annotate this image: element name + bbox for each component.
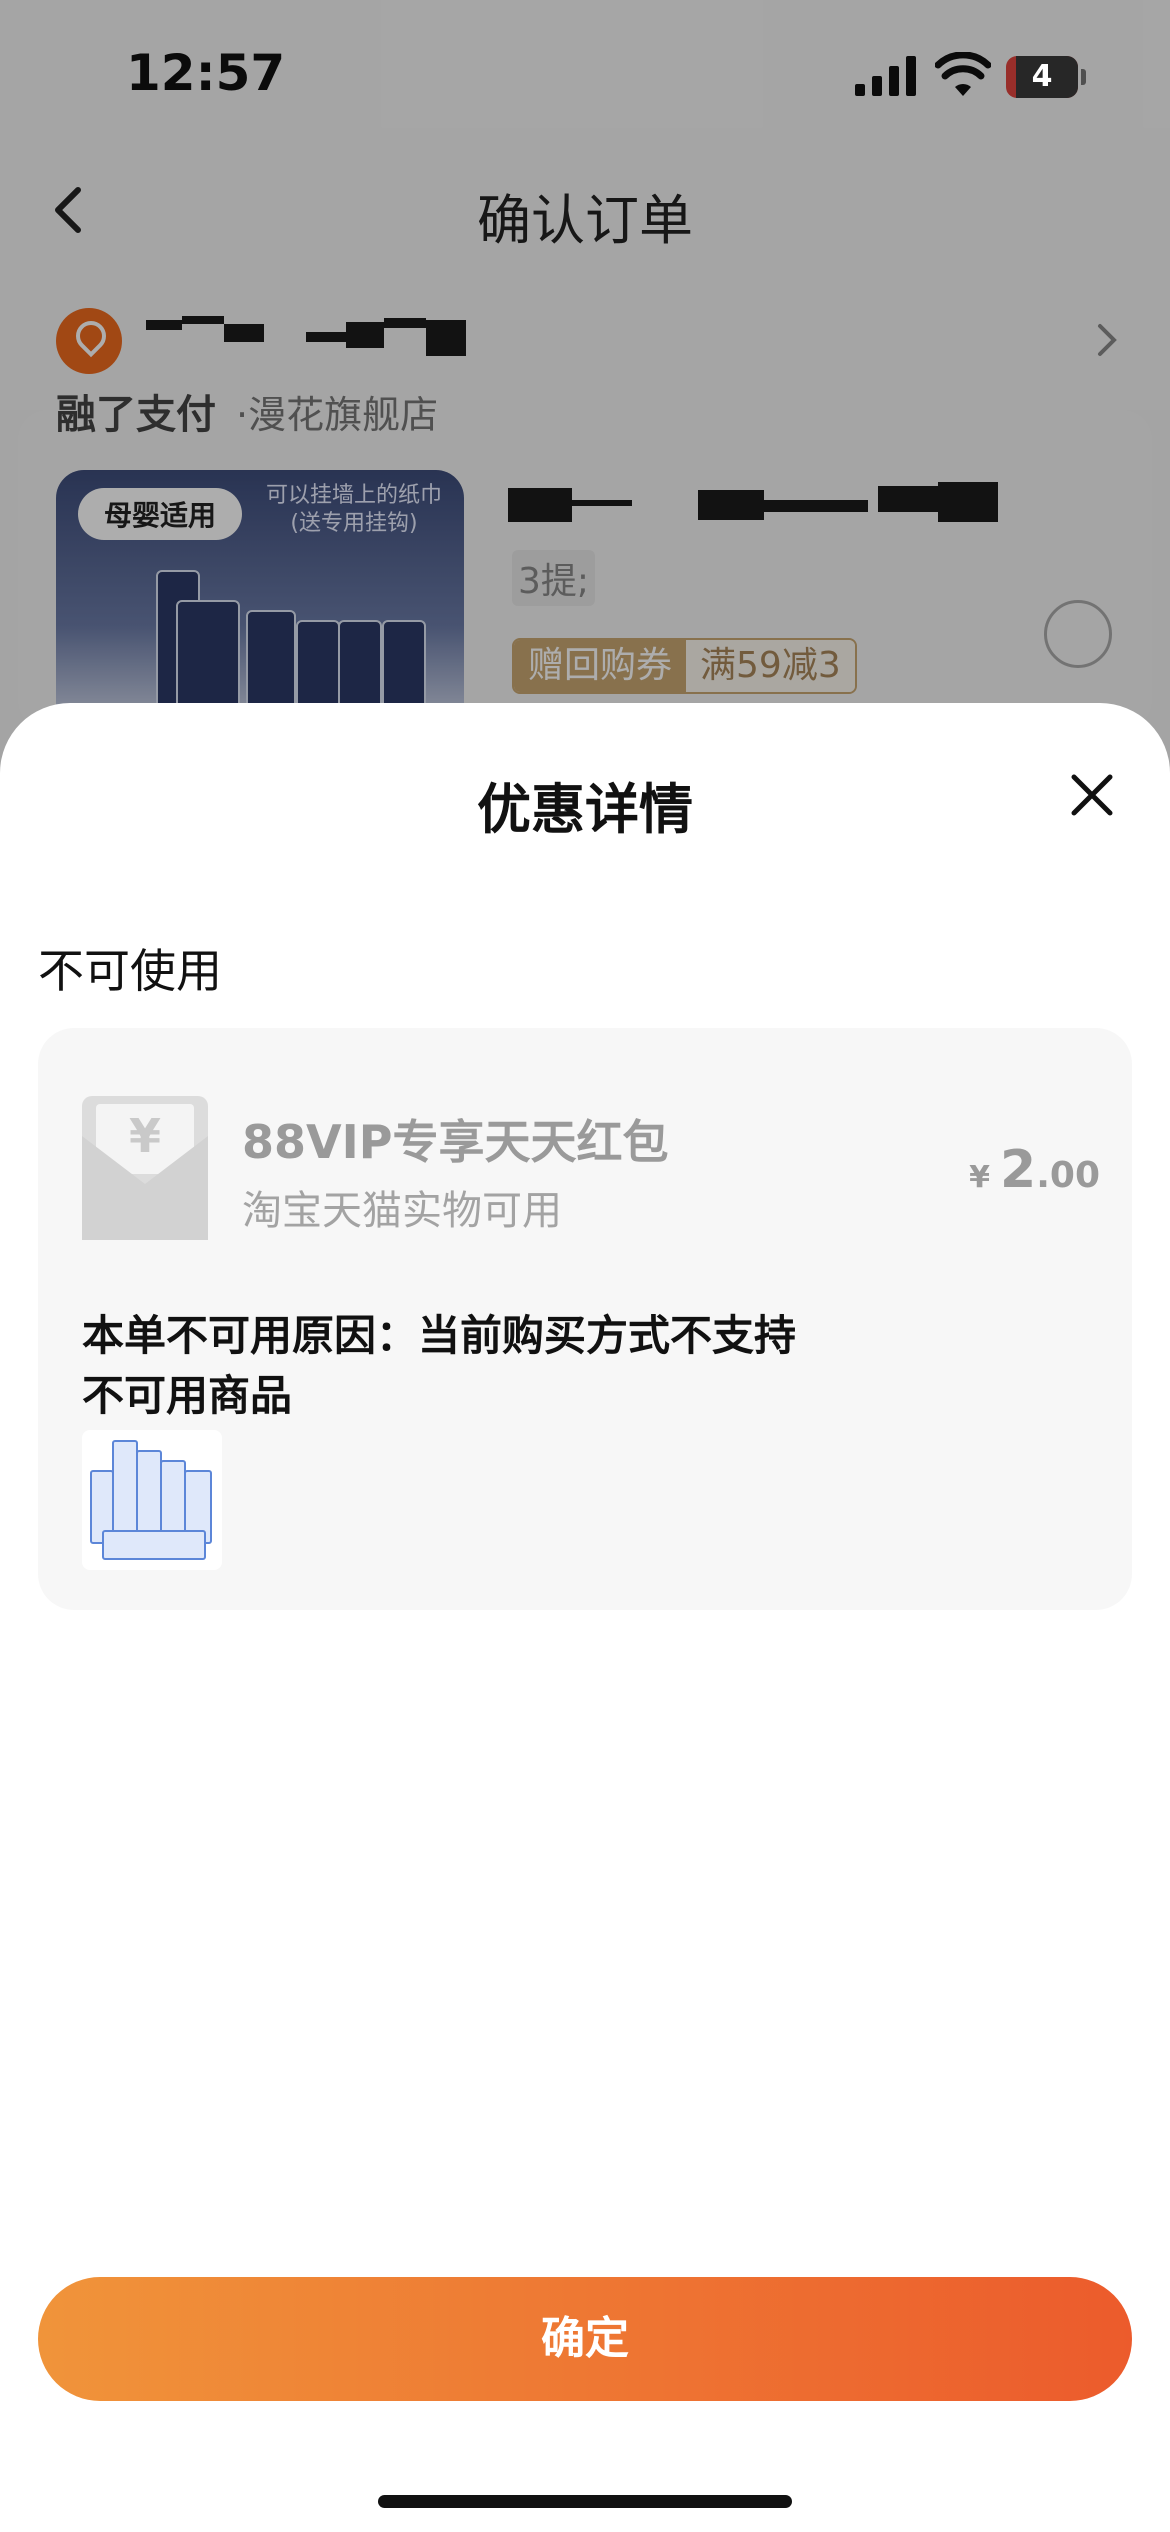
battery-icon: 4 <box>1006 56 1086 98</box>
thumb-tissue-pack <box>102 1530 206 1560</box>
confirm-button[interactable]: 确定 <box>38 2277 1132 2401</box>
coupon-amount-int: 2 <box>1000 1140 1037 1200</box>
coupon-card: ¥ 88VIP专享天天红包 淘宝天猫实物可用 ¥2.00 本单不可用原因：当前购… <box>38 1028 1132 1610</box>
discount-detail-sheet: 优惠详情 不可使用 ¥ 88VIP专享天天红包 淘宝天猫实物可用 ¥2.00 本… <box>0 703 1170 2532</box>
sheet-title: 优惠详情 <box>477 778 693 841</box>
unusable-item-thumbnail[interactable] <box>82 1430 222 1570</box>
coupon-amount: ¥2.00 <box>969 1140 1100 1200</box>
coupon-amount-dec: .00 <box>1036 1155 1100 1196</box>
unusable-reason: 本单不可用原因：当前购买方式不支持 <box>82 1311 797 1360</box>
svg-text:¥: ¥ <box>129 1109 161 1163</box>
battery-level: 4 <box>1031 59 1053 94</box>
unusable-items-label: 不可用商品 <box>82 1371 293 1420</box>
thumb-tissue-pack <box>112 1440 138 1544</box>
coupon-scope: 淘宝天猫实物可用 <box>242 1188 562 1234</box>
section-label-unusable: 不可使用 <box>38 944 222 998</box>
home-indicator[interactable] <box>378 2495 792 2508</box>
coupon-currency: ¥ <box>969 1160 991 1195</box>
close-icon[interactable] <box>1068 771 1116 819</box>
coupon-name: 88VIP专享天天红包 <box>242 1115 669 1169</box>
red-envelope-icon: ¥ <box>82 1096 208 1240</box>
